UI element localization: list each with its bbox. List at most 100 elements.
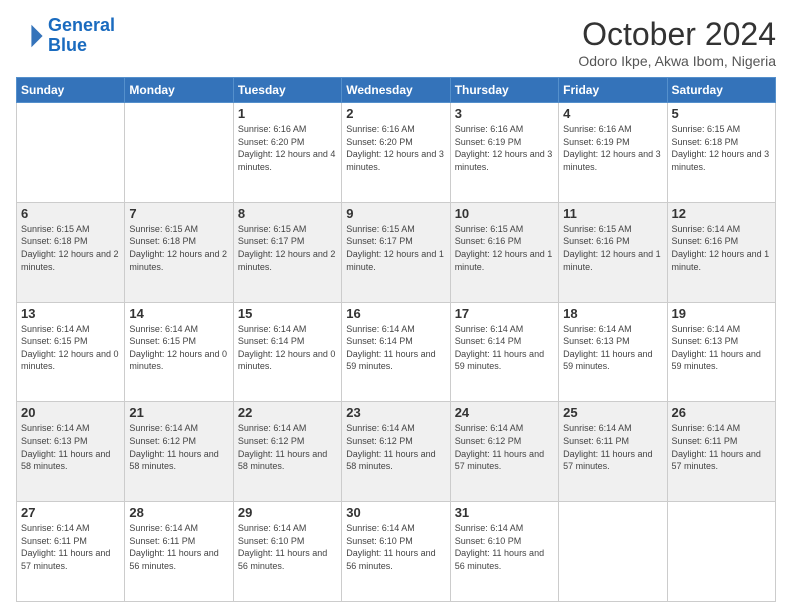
day-number: 13 [21,306,120,321]
day-number: 11 [563,206,662,221]
day-number: 4 [563,106,662,121]
calendar-cell: 26Sunrise: 6:14 AMSunset: 6:11 PMDayligh… [667,402,775,502]
day-number: 9 [346,206,445,221]
day-number: 10 [455,206,554,221]
calendar-cell: 4 Sunrise: 6:16 AMSunset: 6:19 PMDaylight… [559,103,667,203]
day-number: 30 [346,505,445,520]
header-cell: Friday [559,78,667,103]
calendar-cell: 31 Sunrise: 6:14 AMSunset: 6:10 PMDayligh… [450,502,558,602]
page: General Blue October 2024 Odoro Ikpe, Ak… [0,0,792,612]
day-number: 24 [455,405,554,420]
day-number: 18 [563,306,662,321]
calendar-cell: 11 Sunrise: 6:15 AMSunset: 6:16 PMDayligh… [559,202,667,302]
header-cell: Monday [125,78,233,103]
header-cell: Saturday [667,78,775,103]
day-number: 15 [238,306,337,321]
day-info: Sunrise: 6:14 AMSunset: 6:14 PMDaylight:… [238,323,337,373]
day-info: Sunrise: 6:14 AMSunset: 6:11 PMDaylight:… [563,422,662,472]
calendar-cell: 14 Sunrise: 6:14 AMSunset: 6:15 PMDayligh… [125,302,233,402]
day-info: Sunrise: 6:14 AMSunset: 6:16 PMDaylight:… [672,223,771,273]
day-info: Sunrise: 6:14 AMSunset: 6:10 PMDaylight:… [346,522,445,572]
calendar-cell: 6Sunrise: 6:15 AMSunset: 6:18 PMDaylight… [17,202,125,302]
calendar-cell: 10 Sunrise: 6:15 AMSunset: 6:16 PMDayligh… [450,202,558,302]
day-info: Sunrise: 6:14 AMSunset: 6:10 PMDaylight:… [455,522,554,572]
calendar-cell: 29 Sunrise: 6:14 AMSunset: 6:10 PMDayligh… [233,502,341,602]
header-cell: Thursday [450,78,558,103]
calendar-cell [125,103,233,203]
day-info: Sunrise: 6:14 AMSunset: 6:15 PMDaylight:… [129,323,228,373]
day-info: Sunrise: 6:14 AMSunset: 6:13 PMDaylight:… [21,422,120,472]
calendar-cell: 23 Sunrise: 6:14 AMSunset: 6:12 PMDayligh… [342,402,450,502]
day-info: Sunrise: 6:15 AMSunset: 6:18 PMDaylight:… [129,223,228,273]
day-number: 23 [346,405,445,420]
day-info: Sunrise: 6:14 AMSunset: 6:14 PMDaylight:… [346,323,445,373]
calendar-cell: 30 Sunrise: 6:14 AMSunset: 6:10 PMDayligh… [342,502,450,602]
day-number: 16 [346,306,445,321]
calendar-cell: 24 Sunrise: 6:14 AMSunset: 6:12 PMDayligh… [450,402,558,502]
calendar-cell: 16 Sunrise: 6:14 AMSunset: 6:14 PMDayligh… [342,302,450,402]
day-number: 27 [21,505,120,520]
day-info: Sunrise: 6:14 AMSunset: 6:11 PMDaylight:… [129,522,228,572]
day-info: Sunrise: 6:14 AMSunset: 6:10 PMDaylight:… [238,522,337,572]
calendar-cell: 1 Sunrise: 6:16 AMSunset: 6:20 PMDaylight… [233,103,341,203]
day-info: Sunrise: 6:14 AMSunset: 6:12 PMDaylight:… [455,422,554,472]
calendar-cell: 17 Sunrise: 6:14 AMSunset: 6:14 PMDayligh… [450,302,558,402]
day-number: 2 [346,106,445,121]
calendar-cell: 18Sunrise: 6:14 AMSunset: 6:13 PMDayligh… [559,302,667,402]
day-number: 29 [238,505,337,520]
calendar-row: 13 Sunrise: 6:14 AMSunset: 6:15 PMDayligh… [17,302,776,402]
day-info: Sunrise: 6:16 AMSunset: 6:20 PMDaylight:… [346,123,445,173]
day-info: Sunrise: 6:14 AMSunset: 6:14 PMDaylight:… [455,323,554,373]
calendar-cell: 12Sunrise: 6:14 AMSunset: 6:16 PMDayligh… [667,202,775,302]
day-info: Sunrise: 6:15 AMSunset: 6:16 PMDaylight:… [455,223,554,273]
day-info: Sunrise: 6:14 AMSunset: 6:15 PMDaylight:… [21,323,120,373]
day-info: Sunrise: 6:15 AMSunset: 6:17 PMDaylight:… [238,223,337,273]
month-title: October 2024 [578,16,776,53]
day-number: 5 [672,106,771,121]
day-number: 22 [238,405,337,420]
day-number: 28 [129,505,228,520]
logo-line2: Blue [48,35,87,55]
calendar-row: 20 Sunrise: 6:14 AMSunset: 6:13 PMDayligh… [17,402,776,502]
day-number: 1 [238,106,337,121]
header: General Blue October 2024 Odoro Ikpe, Ak… [16,16,776,69]
day-info: Sunrise: 6:15 AMSunset: 6:16 PMDaylight:… [563,223,662,273]
calendar-cell [17,103,125,203]
day-number: 31 [455,505,554,520]
header-cell: Wednesday [342,78,450,103]
header-cell: Sunday [17,78,125,103]
day-number: 21 [129,405,228,420]
logo-line1: General [48,15,115,35]
day-number: 17 [455,306,554,321]
logo-text: General Blue [48,16,115,56]
calendar-cell: 5 Sunrise: 6:15 AMSunset: 6:18 PMDaylight… [667,103,775,203]
day-number: 14 [129,306,228,321]
day-number: 7 [129,206,228,221]
calendar-row: 6Sunrise: 6:15 AMSunset: 6:18 PMDaylight… [17,202,776,302]
day-info: Sunrise: 6:15 AMSunset: 6:18 PMDaylight:… [672,123,771,173]
day-info: Sunrise: 6:14 AMSunset: 6:12 PMDaylight:… [238,422,337,472]
logo: General Blue [16,16,115,56]
calendar-cell: 25 Sunrise: 6:14 AMSunset: 6:11 PMDayligh… [559,402,667,502]
title-block: October 2024 Odoro Ikpe, Akwa Ibom, Nige… [578,16,776,69]
calendar-cell: 8Sunrise: 6:15 AMSunset: 6:17 PMDaylight… [233,202,341,302]
day-info: Sunrise: 6:16 AMSunset: 6:19 PMDaylight:… [563,123,662,173]
day-info: Sunrise: 6:15 AMSunset: 6:17 PMDaylight:… [346,223,445,273]
calendar-cell: 21 Sunrise: 6:14 AMSunset: 6:12 PMDayligh… [125,402,233,502]
calendar-table: SundayMondayTuesdayWednesdayThursdayFrid… [16,77,776,602]
day-info: Sunrise: 6:14 AMSunset: 6:11 PMDaylight:… [672,422,771,472]
day-info: Sunrise: 6:14 AMSunset: 6:12 PMDaylight:… [129,422,228,472]
calendar-cell: 9 Sunrise: 6:15 AMSunset: 6:17 PMDaylight… [342,202,450,302]
day-number: 19 [672,306,771,321]
day-number: 20 [21,405,120,420]
day-info: Sunrise: 6:16 AMSunset: 6:19 PMDaylight:… [455,123,554,173]
calendar-cell: 2 Sunrise: 6:16 AMSunset: 6:20 PMDaylight… [342,103,450,203]
day-info: Sunrise: 6:14 AMSunset: 6:12 PMDaylight:… [346,422,445,472]
day-number: 25 [563,405,662,420]
calendar-cell [667,502,775,602]
day-info: Sunrise: 6:15 AMSunset: 6:18 PMDaylight:… [21,223,120,273]
calendar-cell: 3Sunrise: 6:16 AMSunset: 6:19 PMDaylight… [450,103,558,203]
calendar-cell: 7 Sunrise: 6:15 AMSunset: 6:18 PMDaylight… [125,202,233,302]
calendar-cell: 15 Sunrise: 6:14 AMSunset: 6:14 PMDayligh… [233,302,341,402]
day-info: Sunrise: 6:16 AMSunset: 6:20 PMDaylight:… [238,123,337,173]
